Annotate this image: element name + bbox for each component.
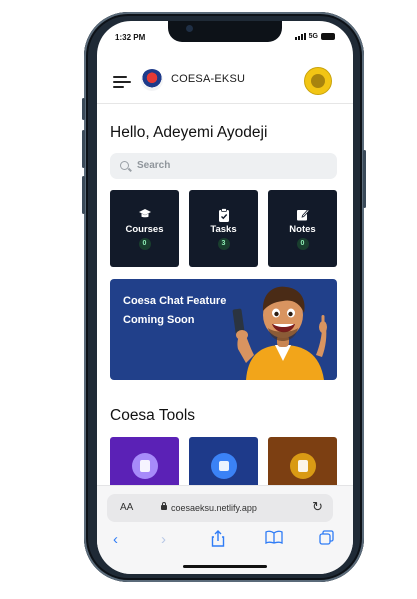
avatar-face-icon xyxy=(311,74,325,88)
tasks-label: Tasks xyxy=(210,224,237,235)
address-bar[interactable]: AA coesaeksu.netlify.app ↻ xyxy=(107,494,333,522)
greeting: Hello, Adeyemi Ayodeji xyxy=(110,124,268,141)
document-tool-card[interactable] xyxy=(268,437,337,489)
notch xyxy=(168,21,282,42)
network-status: 5G xyxy=(294,33,335,40)
phone-screen: 1:32 PM 5G COESA-EKSU Hello, Adeyemi Ayo… xyxy=(97,21,353,574)
status-time: 1:32 PM xyxy=(115,33,146,42)
courses-label: Courses xyxy=(125,224,164,235)
status-bar: 1:32 PM 5G xyxy=(97,21,353,55)
signal-icon xyxy=(294,33,306,40)
courses-card[interactable]: Courses 0 xyxy=(110,190,179,267)
volume-up-button xyxy=(82,130,85,168)
back-icon[interactable]: ‹ xyxy=(113,530,118,550)
notes-label: Notes xyxy=(289,224,316,235)
reader-aa-button[interactable]: AA xyxy=(120,502,133,513)
tasks-count: 3 xyxy=(217,238,230,250)
note-edit-icon xyxy=(296,208,310,223)
user-avatar[interactable] xyxy=(304,67,332,95)
bookmarks-icon[interactable] xyxy=(265,530,283,550)
power-button xyxy=(363,150,366,208)
clipboard-check-icon xyxy=(218,208,230,224)
calculator-icon xyxy=(131,453,158,479)
browser-bar: AA coesaeksu.netlify.app ↻ ‹ › xyxy=(97,485,353,574)
network-label: 5G xyxy=(308,33,318,40)
hamburger-menu-icon[interactable] xyxy=(113,75,131,89)
battery-icon xyxy=(321,33,335,40)
cartoon-man-illustration xyxy=(232,286,327,380)
url-text: coesaeksu.netlify.app xyxy=(171,503,257,513)
chip-icon xyxy=(210,453,237,479)
notes-count: 0 xyxy=(296,238,309,250)
side-button xyxy=(82,98,85,120)
calculator-tool-card[interactable] xyxy=(110,437,179,489)
share-icon[interactable] xyxy=(211,530,225,553)
app-name: COESA-EKSU xyxy=(171,73,246,85)
app-header: COESA-EKSU xyxy=(97,61,353,104)
tools-section-title: Coesa Tools xyxy=(110,407,196,424)
search-icon xyxy=(120,161,129,170)
forward-icon[interactable]: › xyxy=(161,530,166,550)
search-input[interactable]: Search xyxy=(110,153,337,179)
home-indicator xyxy=(183,565,267,568)
courses-count: 0 xyxy=(138,238,151,250)
lock-icon xyxy=(161,502,167,510)
browser-toolbar: ‹ › xyxy=(97,530,353,554)
coesa-logo xyxy=(141,69,163,91)
search-placeholder: Search xyxy=(137,160,171,171)
chat-feature-banner[interactable]: Coesa Chat Feature Coming Soon xyxy=(110,279,337,380)
banner-text: Coesa Chat Feature Coming Soon xyxy=(123,295,227,326)
notes-card[interactable]: Notes 0 xyxy=(268,190,337,267)
volume-down-button xyxy=(82,176,85,214)
camera-icon xyxy=(186,25,193,32)
graduation-cap-icon xyxy=(138,208,152,222)
tasks-card[interactable]: Tasks 3 xyxy=(189,190,258,267)
document-icon xyxy=(289,453,316,479)
reload-icon[interactable]: ↻ xyxy=(312,499,323,515)
tabs-icon[interactable] xyxy=(319,530,334,551)
chip-tool-card[interactable] xyxy=(189,437,258,489)
